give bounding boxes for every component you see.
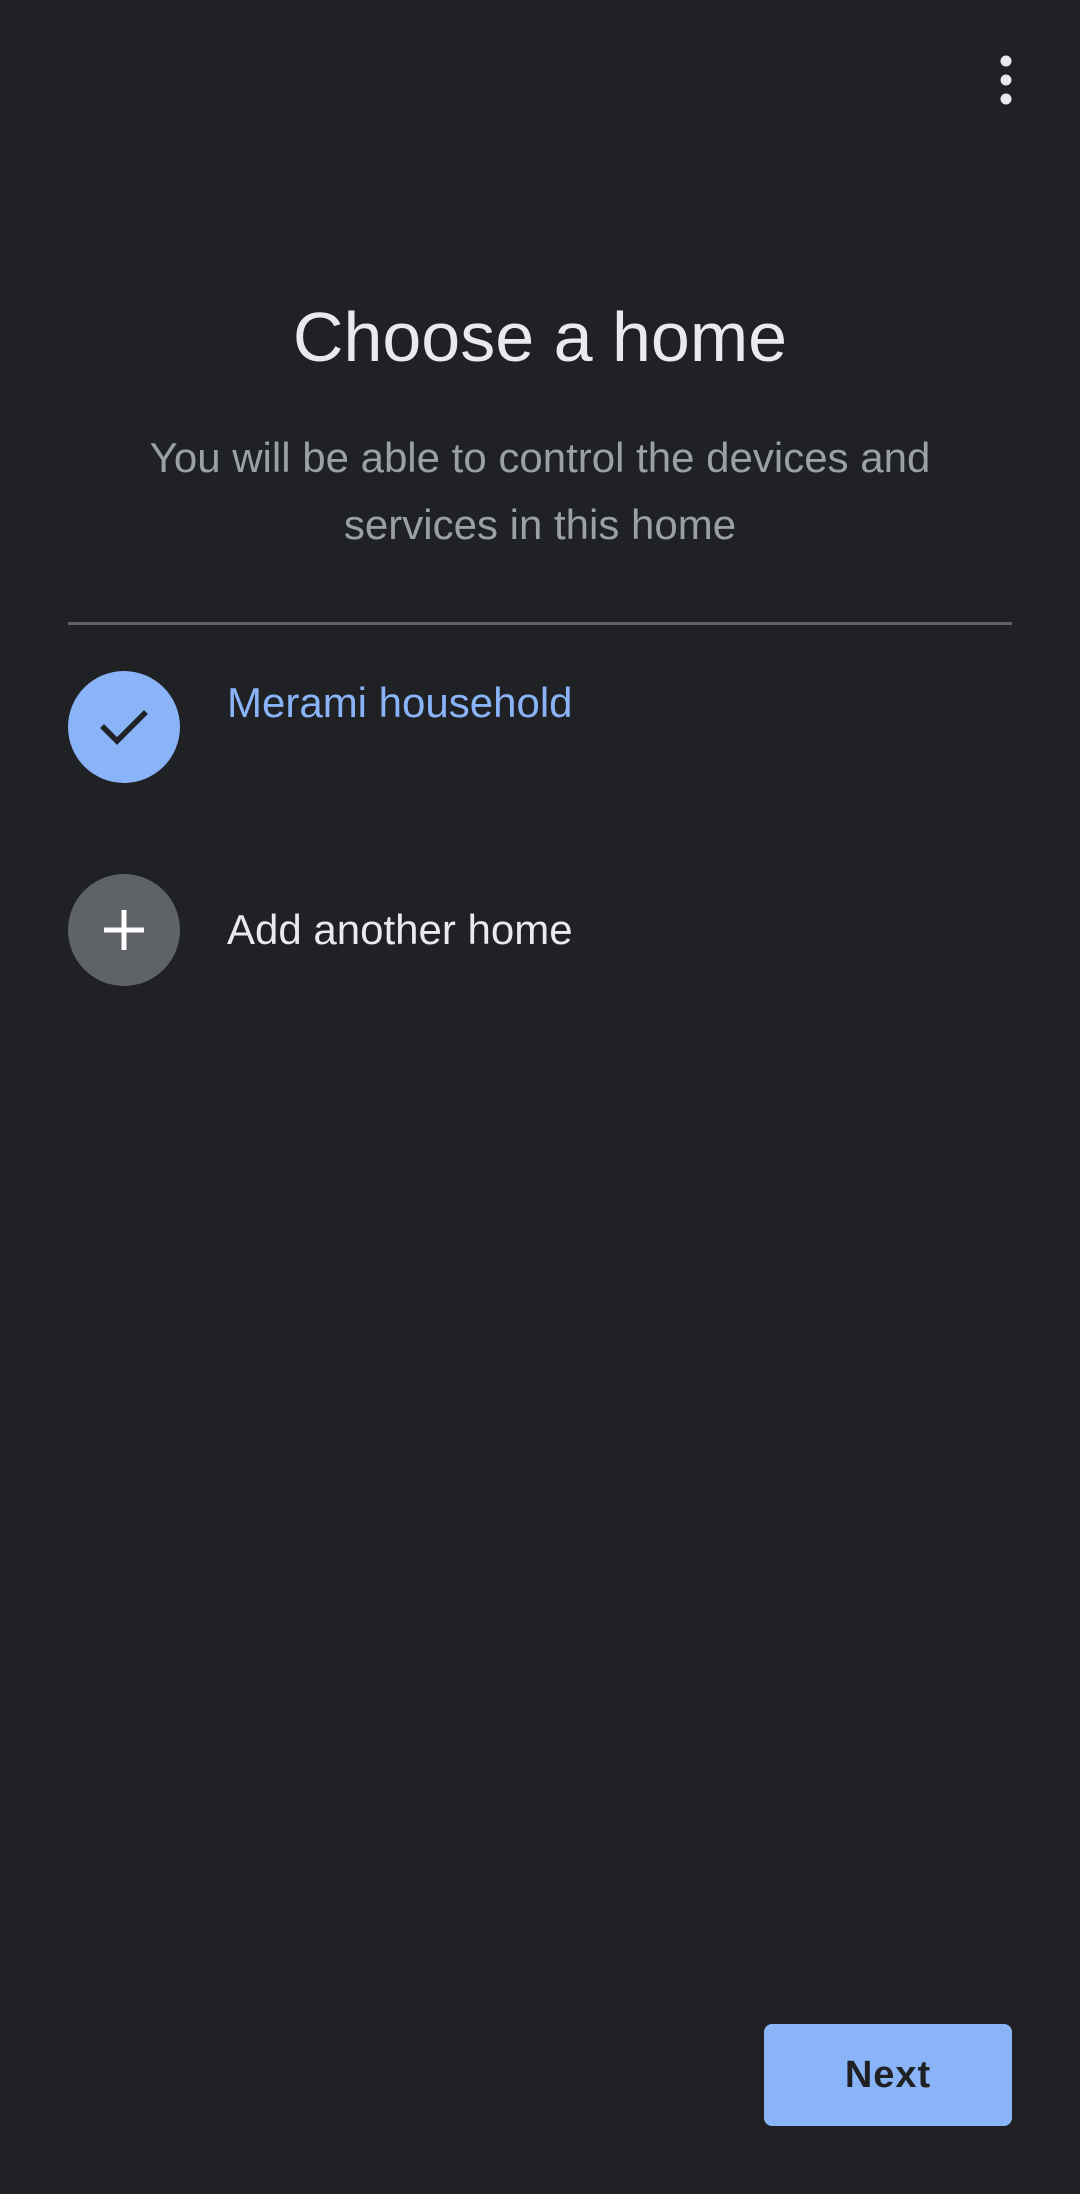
more-vert-icon [1000,55,1012,105]
add-another-home-item[interactable]: Add another home [68,874,1012,986]
page-subtitle: You will be able to control the devices … [149,434,931,548]
add-indicator [68,874,180,986]
add-icon [104,910,144,950]
divider [68,622,1012,625]
selected-indicator [68,671,180,783]
next-button[interactable]: Next [764,2024,1012,2126]
home-item-merami-household[interactable]: Merami household [68,671,1012,783]
page-title: Choose a home [292,298,788,376]
home-item-label: Merami household [227,679,573,726]
more-options-button[interactable] [966,40,1046,120]
add-home-label: Add another home [227,906,573,953]
check-icon [100,710,148,745]
